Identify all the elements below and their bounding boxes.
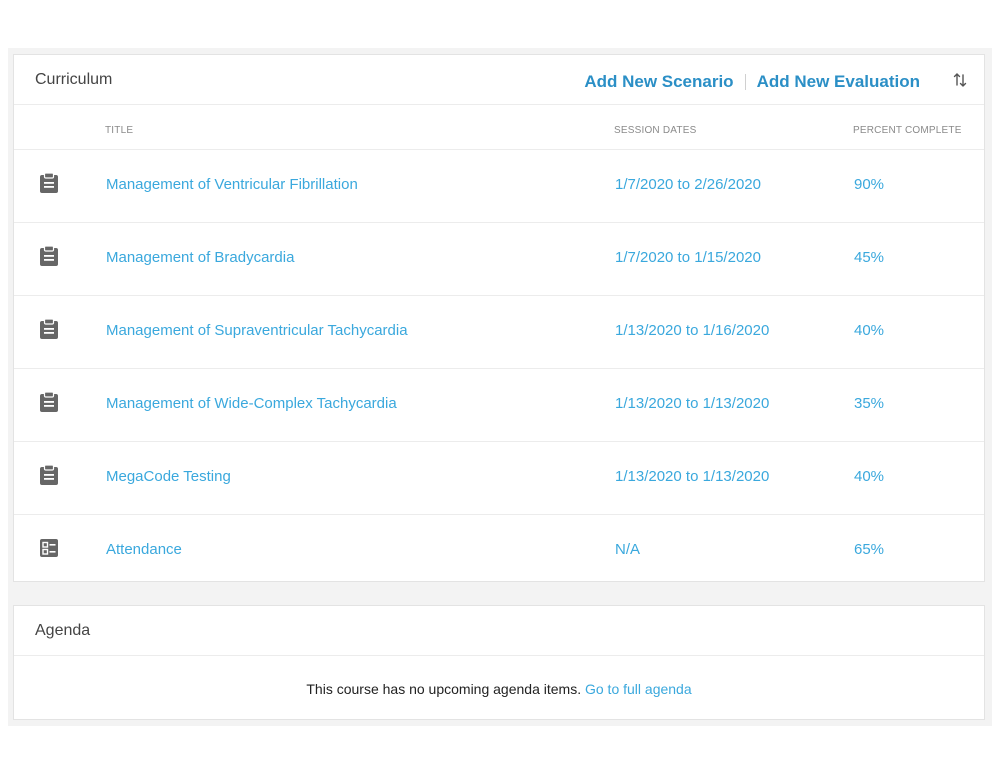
agenda-title: Agenda bbox=[35, 622, 91, 639]
column-header-title[interactable]: TITLE bbox=[105, 125, 133, 136]
row-percent-complete: 35% bbox=[854, 395, 885, 412]
row-percent-complete: 40% bbox=[854, 322, 885, 339]
row-session-dates: 1/7/2020 to 2/26/2020 bbox=[615, 176, 761, 193]
clipboard-icon bbox=[40, 391, 58, 412]
row-session-dates: 1/7/2020 to 1/15/2020 bbox=[615, 249, 761, 266]
clipboard-icon bbox=[40, 464, 58, 485]
table-row[interactable]: MegaCode Testing 1/13/2020 to 1/13/2020 … bbox=[14, 442, 984, 515]
table-row[interactable]: Management of Supraventricular Tachycard… bbox=[14, 296, 984, 369]
clipboard-icon bbox=[40, 245, 58, 266]
table-row[interactable]: Management of Wide-Complex Tachycardia 1… bbox=[14, 369, 984, 442]
agenda-empty-state: This course has no upcoming agenda items… bbox=[14, 681, 984, 697]
row-percent-complete: 90% bbox=[854, 176, 885, 193]
agenda-panel: Agenda This course has no upcoming agend… bbox=[13, 605, 985, 720]
agenda-empty-message: This course has no upcoming agenda items… bbox=[306, 681, 582, 697]
actions-divider bbox=[744, 74, 746, 90]
row-title-link[interactable]: MegaCode Testing bbox=[106, 468, 231, 485]
column-header-session-dates[interactable]: SESSION DATES bbox=[614, 125, 696, 136]
row-percent-complete: 65% bbox=[854, 541, 885, 558]
row-percent-complete: 40% bbox=[854, 468, 885, 485]
row-title-link[interactable]: Management of Supraventricular Tachycard… bbox=[106, 322, 408, 339]
header-actions: Add New Scenario Add New Evaluation bbox=[584, 72, 920, 92]
add-new-scenario-button[interactable]: Add New Scenario bbox=[584, 72, 733, 92]
go-to-full-agenda-link[interactable]: Go to full agenda bbox=[585, 681, 692, 697]
table-row[interactable]: Attendance N/A 65% bbox=[14, 515, 984, 587]
row-session-dates: 1/13/2020 to 1/16/2020 bbox=[615, 322, 770, 339]
curriculum-table-body: Management of Ventricular Fibrillation 1… bbox=[14, 150, 984, 587]
checklist-icon bbox=[40, 539, 58, 557]
sort-icon[interactable] bbox=[953, 72, 967, 88]
curriculum-panel: Curriculum Add New Scenario Add New Eval… bbox=[13, 54, 985, 582]
table-row[interactable]: Management of Ventricular Fibrillation 1… bbox=[14, 150, 984, 223]
row-title-link[interactable]: Attendance bbox=[106, 541, 182, 558]
row-session-dates: N/A bbox=[615, 541, 641, 558]
table-row[interactable]: Management of Bradycardia 1/7/2020 to 1/… bbox=[14, 223, 984, 296]
row-session-dates: 1/13/2020 to 1/13/2020 bbox=[615, 395, 770, 412]
clipboard-icon bbox=[40, 318, 58, 339]
row-title-link[interactable]: Management of Wide-Complex Tachycardia bbox=[106, 395, 397, 412]
row-session-dates: 1/13/2020 to 1/13/2020 bbox=[615, 468, 770, 485]
row-title-link[interactable]: Management of Ventricular Fibrillation bbox=[106, 176, 358, 193]
clipboard-icon bbox=[40, 172, 58, 193]
row-percent-complete: 45% bbox=[854, 249, 885, 266]
row-title-link[interactable]: Management of Bradycardia bbox=[106, 249, 294, 266]
column-header-percent-complete[interactable]: PERCENT COMPLETE bbox=[853, 125, 962, 136]
curriculum-header: Curriculum Add New Scenario Add New Eval… bbox=[14, 55, 984, 105]
agenda-header: Agenda bbox=[14, 606, 984, 656]
curriculum-title: Curriculum bbox=[35, 71, 113, 88]
add-new-evaluation-button[interactable]: Add New Evaluation bbox=[757, 72, 920, 92]
table-column-headers: TITLE SESSION DATES PERCENT COMPLETE bbox=[14, 105, 984, 150]
